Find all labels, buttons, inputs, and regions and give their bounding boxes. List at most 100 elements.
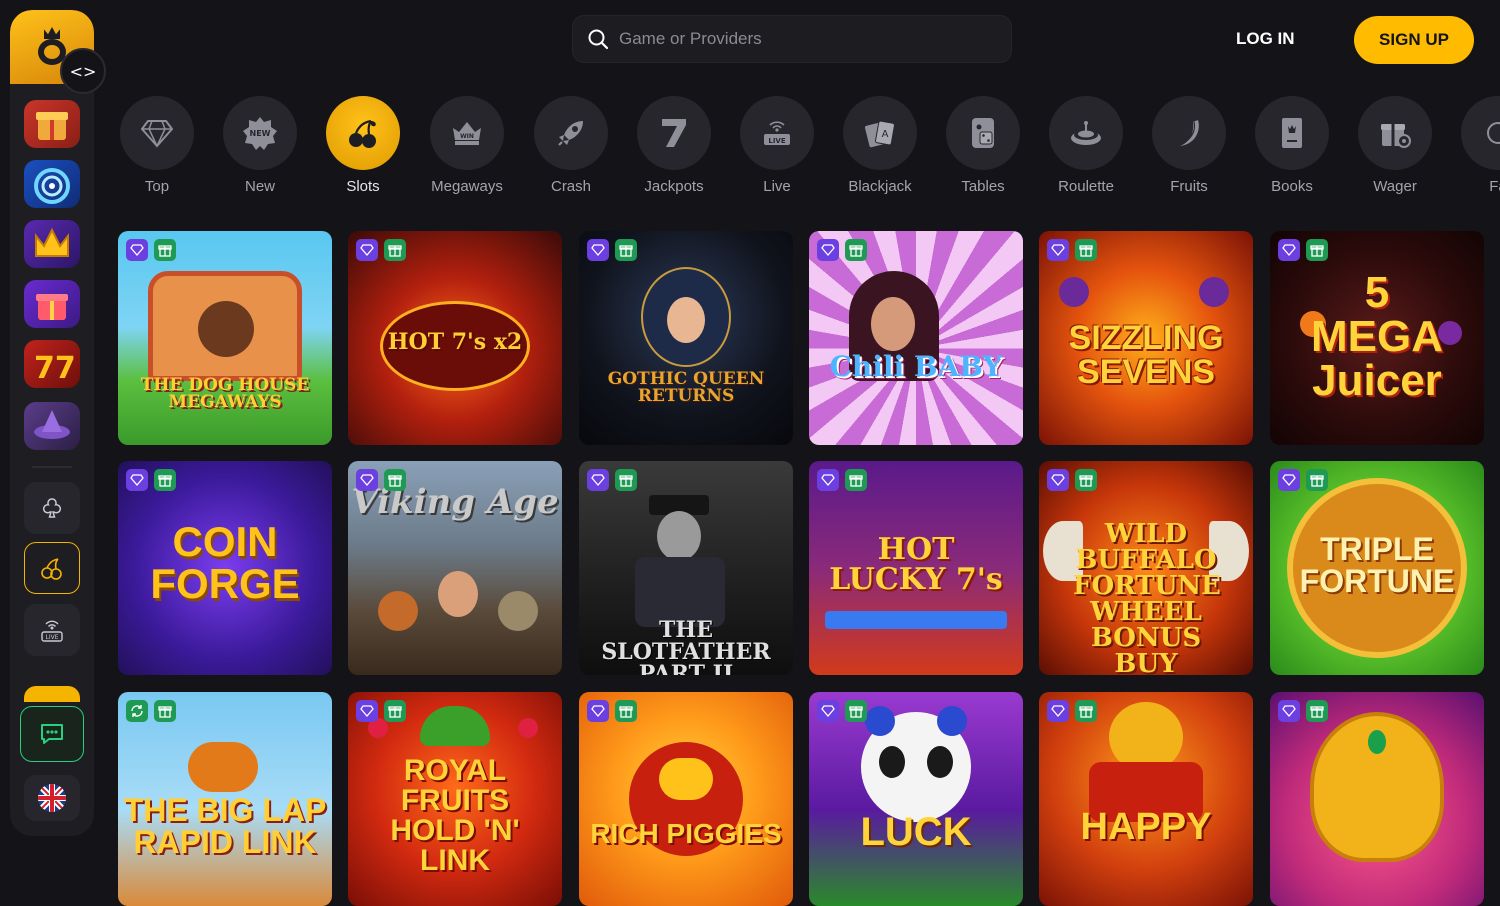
gift-badge-icon (154, 700, 176, 722)
diamond-badge-icon (126, 469, 148, 491)
game-card[interactable]: ROYAL FRUITS HOLD 'N' LINK (348, 692, 562, 906)
category-jackpots[interactable]: Jackpots (629, 96, 719, 195)
diamond-badge-icon (1278, 469, 1300, 491)
sidebar-item-live[interactable]: LIVE (24, 604, 80, 656)
gift-badge-icon (615, 469, 637, 491)
cards-icon: A (865, 120, 895, 148)
game-card[interactable]: Chili BABY (809, 231, 1023, 445)
category-crash[interactable]: Crash (526, 96, 616, 195)
game-card[interactable]: THE DOG HOUSE MEGAWAYS (118, 231, 332, 445)
new-badge-icon: NEW (243, 117, 277, 150)
diamond-badge-icon (587, 239, 609, 261)
game-card[interactable]: THE SLOTFATHER PART II (579, 461, 793, 675)
sidebar-promo-target[interactable] (24, 160, 80, 208)
lucky-seven-icon: 77 (34, 351, 76, 386)
svg-text:A: A (882, 129, 889, 140)
game-card[interactable]: TRIPLE FORTUNE (1270, 461, 1484, 675)
search-bar[interactable] (572, 15, 1012, 63)
svg-text:77: 77 (34, 351, 76, 386)
category-live[interactable]: LIVE Live (732, 96, 822, 195)
diamond-badge-icon (356, 700, 378, 722)
diamond-badge-icon (126, 239, 148, 261)
diamond-badge-icon (587, 469, 609, 491)
category-megaways[interactable]: WIN Megaways (422, 96, 512, 195)
sidebar-promo-gift-box[interactable] (24, 100, 80, 148)
cherries-icon (349, 119, 376, 148)
wizard-hat-icon (34, 410, 70, 439)
sidebar-promo-gift[interactable] (24, 280, 80, 328)
live-tv-icon: LIVE (764, 121, 790, 145)
language-selector[interactable] (24, 775, 80, 821)
sidebar-promo-sevens[interactable]: 77 (24, 340, 80, 388)
live-tv-icon: LIVE (41, 620, 63, 642)
sidebar-promo-crown[interactable] (24, 220, 80, 268)
chat-bubble-icon (41, 724, 63, 744)
gift-badge-icon (615, 700, 637, 722)
game-card[interactable]: HOT LUCKY 7's (809, 461, 1023, 675)
diamond-badge-icon (356, 469, 378, 491)
rocket-icon (558, 121, 583, 146)
svg-text:LIVE: LIVE (45, 634, 58, 641)
sidebar: 77 LIVE (10, 10, 94, 836)
game-card[interactable]: THE BIG LAP RAPID LINK (118, 692, 332, 906)
diamond-badge-icon (1047, 469, 1069, 491)
gift-badge-icon (154, 239, 176, 261)
gift-badge-icon (615, 239, 637, 261)
game-card[interactable] (1270, 692, 1484, 906)
gift-badge-icon (154, 469, 176, 491)
category-slots[interactable]: Slots (318, 96, 408, 195)
gift-badge-icon (1306, 469, 1328, 491)
sidebar-partial-item[interactable] (24, 686, 80, 702)
game-card[interactable]: WILD BUFFALO FORTUNE WHEEL BONUS BUY (1039, 461, 1253, 675)
signup-button[interactable]: SIGN UP (1354, 16, 1474, 64)
category-favorites[interactable]: Fa (1453, 96, 1500, 195)
gift-badge-icon (1075, 239, 1097, 261)
game-card[interactable]: SIZZLING SEVENS (1039, 231, 1253, 445)
gift-badge-icon (384, 239, 406, 261)
game-card[interactable]: HOT 7's x2 (348, 231, 562, 445)
game-card[interactable]: HAPPY (1039, 692, 1253, 906)
gift-badge-icon (1306, 239, 1328, 261)
gift-badge-icon (384, 469, 406, 491)
gift-badge-icon (845, 700, 867, 722)
game-card[interactable]: 5 MEGA Juicer (1270, 231, 1484, 445)
diamond-badge-icon (356, 239, 378, 261)
search-icon (588, 29, 609, 50)
sidebar-promo-hat[interactable] (24, 402, 80, 450)
uk-flag-icon (38, 784, 66, 812)
game-card[interactable]: Viking Age (348, 461, 562, 675)
category-top[interactable]: Top (118, 96, 202, 195)
diamond-badge-icon (1047, 700, 1069, 722)
game-card[interactable]: COIN FORGE (118, 461, 332, 675)
chat-button[interactable] (20, 706, 84, 762)
dice-icon (972, 118, 994, 148)
gift-gear-icon (1381, 124, 1411, 148)
game-card[interactable]: LUCK (809, 692, 1023, 906)
megaways-icon: WIN (453, 122, 481, 145)
category-tables[interactable]: Tables (938, 96, 1028, 195)
category-roulette[interactable]: Roulette (1041, 96, 1131, 195)
search-input[interactable] (619, 29, 999, 49)
sidebar-item-slots[interactable] (24, 542, 80, 594)
sidebar-item-poker[interactable] (24, 482, 80, 534)
diamond-badge-icon (817, 700, 839, 722)
favorites-icon (1487, 122, 1500, 144)
sidebar-toggle-button[interactable]: <> (60, 48, 106, 94)
sync-badge-icon (126, 700, 148, 722)
gift-badge-icon (1075, 700, 1097, 722)
login-button[interactable]: LOG IN (1236, 24, 1295, 54)
category-new[interactable]: NEW New (215, 96, 305, 195)
category-blackjack[interactable]: A Blackjack (835, 96, 925, 195)
diamond-badge-icon (1278, 239, 1300, 261)
category-books[interactable]: Books (1247, 96, 1337, 195)
sidebar-divider (32, 466, 72, 468)
game-card[interactable]: RICH PIGGIES (579, 692, 793, 906)
diamond-badge-icon (1278, 700, 1300, 722)
diamond-badge-icon (817, 239, 839, 261)
gift-box-icon (36, 112, 68, 140)
category-fruits[interactable]: Fruits (1144, 96, 1234, 195)
category-wager[interactable]: Wager (1350, 96, 1440, 195)
seven-icon (662, 119, 686, 147)
game-card[interactable]: GOTHIC QUEEN RETURNS (579, 231, 793, 445)
svg-text:LIVE: LIVE (768, 137, 785, 145)
